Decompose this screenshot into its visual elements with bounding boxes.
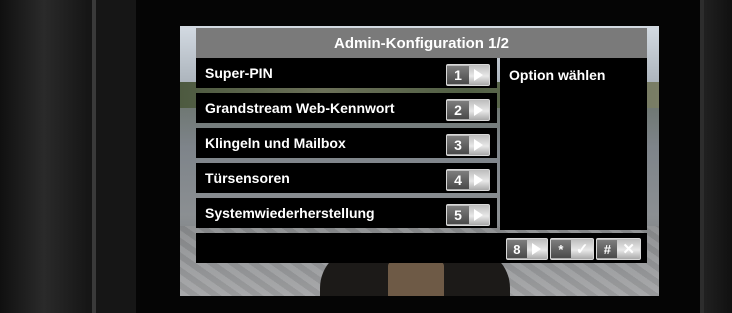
confirm-button[interactable]: * ✓ [549, 238, 595, 260]
key-number: # [597, 240, 618, 258]
play-arrow-icon [474, 174, 483, 186]
bezel-edge-left [92, 0, 96, 313]
key-number: * [550, 240, 571, 258]
hint-text: Option wählen [509, 67, 606, 83]
key-5-button[interactable]: 5 [446, 204, 490, 226]
key-number: 3 [447, 136, 469, 154]
key-2-button[interactable]: 2 [446, 99, 490, 121]
play-arrow-icon [474, 209, 483, 221]
softkey-group: 8 * ✓ # ✕ [504, 238, 641, 260]
play-arrow-icon [474, 139, 483, 151]
menu-item-super-pin[interactable]: Super-PIN 1 [196, 58, 497, 88]
key-number: 4 [447, 171, 469, 189]
next-page-button[interactable]: 8 [505, 238, 548, 260]
bezel-edge-right [700, 0, 704, 313]
menu-item-system-restore[interactable]: Systemwiederherstellung 5 [196, 198, 497, 228]
play-arrow-icon [474, 104, 483, 116]
checkmark-icon: ✓ [575, 241, 589, 258]
cancel-button[interactable]: # ✕ [596, 238, 641, 260]
play-arrow-icon [474, 69, 483, 81]
menu-item-door-sensors[interactable]: Türsensoren 4 [196, 163, 497, 193]
key-number: 1 [447, 66, 469, 84]
menu-item-ring-mailbox[interactable]: Klingeln und Mailbox 3 [196, 128, 497, 158]
camera-person-neck [388, 262, 444, 296]
key-1-button[interactable]: 1 [446, 64, 490, 86]
key-number: 2 [447, 101, 469, 119]
softkey-bar: 8 * ✓ # ✕ [196, 233, 647, 263]
menu-item-web-password[interactable]: Grandstream Web-Kennwort 2 [196, 93, 497, 123]
key-3-button[interactable]: 3 [446, 134, 490, 156]
key-4-button[interactable]: 4 [446, 169, 490, 191]
menu-title: Admin-Konfiguration 1/2 [196, 28, 647, 58]
key-number: 5 [447, 206, 469, 224]
play-arrow-icon [531, 243, 541, 255]
hint-panel: Option wählen [500, 58, 647, 230]
cross-icon: ✕ [622, 241, 635, 258]
key-number: 8 [506, 240, 527, 258]
